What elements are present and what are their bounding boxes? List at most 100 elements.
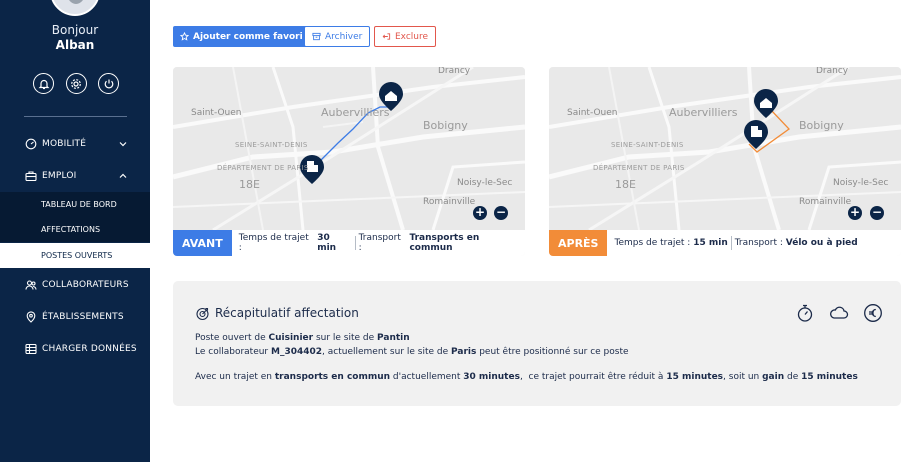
zoom-in-button[interactable]: + — [473, 206, 487, 220]
euro-icon[interactable] — [863, 303, 883, 323]
text: Avec un trajet en — [195, 372, 275, 382]
table-icon — [25, 343, 37, 355]
sidebar-item-etablissements[interactable]: ÉTABLISSEMENTS — [0, 304, 150, 330]
map-label: Bobigny — [423, 119, 468, 132]
job-title: Cuisinier — [268, 333, 314, 343]
transport-label: Transport : — [358, 233, 401, 253]
sidebar-subitem-postes-ouverts[interactable]: POSTES OUVERTS — [0, 243, 150, 268]
chevron-down-icon — [119, 142, 127, 147]
apres-tag: APRÈS — [549, 230, 608, 256]
gain-word: gain — [762, 372, 785, 382]
sidebar-subitem-label: POSTES OUVERTS — [41, 251, 113, 260]
map-label: Drancy — [816, 67, 849, 76]
map-label: Saint-Ouen — [567, 108, 618, 118]
map-label: 18E — [615, 178, 636, 191]
map-label: SEINE-SAINT-DENIS — [611, 141, 684, 149]
sidebar-subitem-label: TABLEAU DE BORD — [41, 200, 117, 209]
text: Poste ouvert de — [195, 333, 269, 343]
sidebar-subitem-tableau-de-bord[interactable]: TABLEAU DE BORD — [0, 192, 150, 217]
map-label: Noisy-le-Sec — [833, 178, 889, 188]
text: Le collaborateur — [195, 347, 271, 357]
notifications-bell-icon[interactable] — [33, 73, 54, 94]
quick-actions — [33, 73, 119, 95]
text: , soit un — [723, 372, 763, 382]
target-icon — [196, 307, 209, 321]
exclude-button[interactable]: Exclure — [374, 26, 437, 47]
text: d'actuellement — [390, 372, 464, 382]
map-label: DÉPARTEMENT DE PARIS — [593, 164, 685, 172]
power-icon[interactable] — [98, 73, 119, 94]
map-label: Aubervilliers — [321, 106, 390, 119]
map-label: SEINE-SAINT-DENIS — [235, 141, 308, 149]
users-icon — [25, 280, 37, 290]
sidebar-subitem-label: AFFECTATIONS — [41, 225, 101, 234]
map-card-apres: Drancy Aubervilliers Saint-Ouen Bobigny … — [549, 67, 901, 256]
cloud-co2-icon[interactable] — [829, 303, 849, 323]
map-label: Noisy-le-Sec — [457, 178, 513, 188]
map-label: Saint-Ouen — [191, 108, 242, 118]
sidebar-subitem-affectations[interactable]: AFFECTATIONS — [0, 217, 150, 242]
map-apres[interactable]: Drancy Aubervilliers Saint-Ouen Bobigny … — [549, 67, 901, 230]
sidebar-item-emploi[interactable]: EMPLOI — [0, 163, 150, 189]
summary-line-3: Avec un trajet en transports en commun d… — [195, 372, 858, 382]
assignment-summary: Récapitulatif affectation Poste ouvert d… — [173, 281, 901, 406]
text: peut être positionné sur ce poste — [476, 347, 629, 357]
summary-title: Récapitulatif affectation — [215, 306, 359, 320]
map-card-avant: Drancy Aubervilliers Saint-Ouen Bobigny … — [173, 67, 525, 256]
zoom-out-button[interactable]: − — [494, 206, 508, 220]
user-name: Alban — [55, 38, 95, 52]
star-icon — [180, 32, 189, 41]
exclude-label: Exclure — [395, 31, 429, 42]
zoom-out-button[interactable]: − — [870, 206, 884, 220]
text: de — [784, 372, 802, 382]
text: sur le site de — [313, 333, 378, 343]
archive-label: Archiver — [325, 31, 363, 42]
transport-value: Vélo ou à pied — [785, 238, 858, 248]
sidebar-item-label: COLLABORATEURS — [42, 280, 129, 290]
gain-value: 15 minutes — [801, 372, 858, 382]
map-label: 18E — [239, 178, 260, 191]
target-site: Pantin — [377, 333, 410, 343]
archive-button[interactable]: Archiver — [304, 26, 371, 47]
settings-gear-icon[interactable] — [65, 73, 87, 94]
transport-value: Transports en commun — [409, 233, 480, 253]
summary-line-2: Le collaborateur M_304402, actuellement … — [195, 347, 629, 357]
map-avant[interactable]: Drancy Aubervilliers Saint-Ouen Bobigny … — [173, 67, 525, 230]
add-favorite-button[interactable]: Ajouter comme favori — [173, 26, 310, 47]
travel-time-label: Temps de trajet : — [614, 238, 691, 248]
sidebar-item-label: MOBILITÉ — [42, 139, 87, 149]
text: , ce trajet pourrait être réduit à — [519, 372, 667, 382]
stopwatch-icon[interactable] — [795, 303, 815, 323]
archive-icon — [312, 32, 321, 41]
employee-id: M_304402 — [271, 347, 323, 357]
transport-label: Transport : — [734, 238, 783, 248]
sidebar-item-label: CHARGER DONNÉES — [42, 344, 137, 354]
sidebar-divider — [24, 116, 127, 117]
zoom-in-button[interactable]: + — [848, 206, 862, 220]
briefcase-icon — [25, 171, 37, 182]
trip-info-avant: AVANT Temps de trajet : 30 min Transport… — [173, 230, 525, 256]
greeting: Bonjour — [51, 23, 99, 37]
transport-mode: transports en commun — [274, 372, 391, 382]
map-label: DÉPARTEMENT DE PARIS — [217, 164, 309, 172]
sidebar-item-label: EMPLOI — [42, 171, 77, 181]
current-site: Paris — [451, 347, 477, 357]
sidebar-item-charger-donnees[interactable]: CHARGER DONNÉES — [0, 336, 150, 362]
exit-icon — [382, 33, 391, 40]
travel-time-label: Temps de trajet : — [238, 233, 309, 253]
trip-info-apres: APRÈS Temps de trajet : 15 min Transport… — [549, 230, 901, 256]
sidebar-item-collaborateurs[interactable]: COLLABORATEURS — [0, 272, 150, 298]
avant-tag: AVANT — [173, 230, 232, 256]
map-label: Romainville — [799, 197, 852, 207]
avatar[interactable] — [50, 0, 100, 16]
travel-time-value: 15 min — [693, 238, 728, 248]
map-label: Drancy — [438, 67, 471, 76]
sidebar-item-label: ÉTABLISSEMENTS — [42, 312, 124, 322]
summary-metric-icons — [795, 303, 883, 325]
sidebar-item-mobilite[interactable]: MOBILITÉ — [0, 131, 150, 157]
text: , actuellement sur le site de — [322, 347, 452, 357]
map-label: Bobigny — [799, 119, 844, 132]
travel-time-value: 30 min — [317, 233, 337, 253]
map-pin-icon — [26, 311, 36, 323]
map-label: Romainville — [423, 197, 476, 207]
